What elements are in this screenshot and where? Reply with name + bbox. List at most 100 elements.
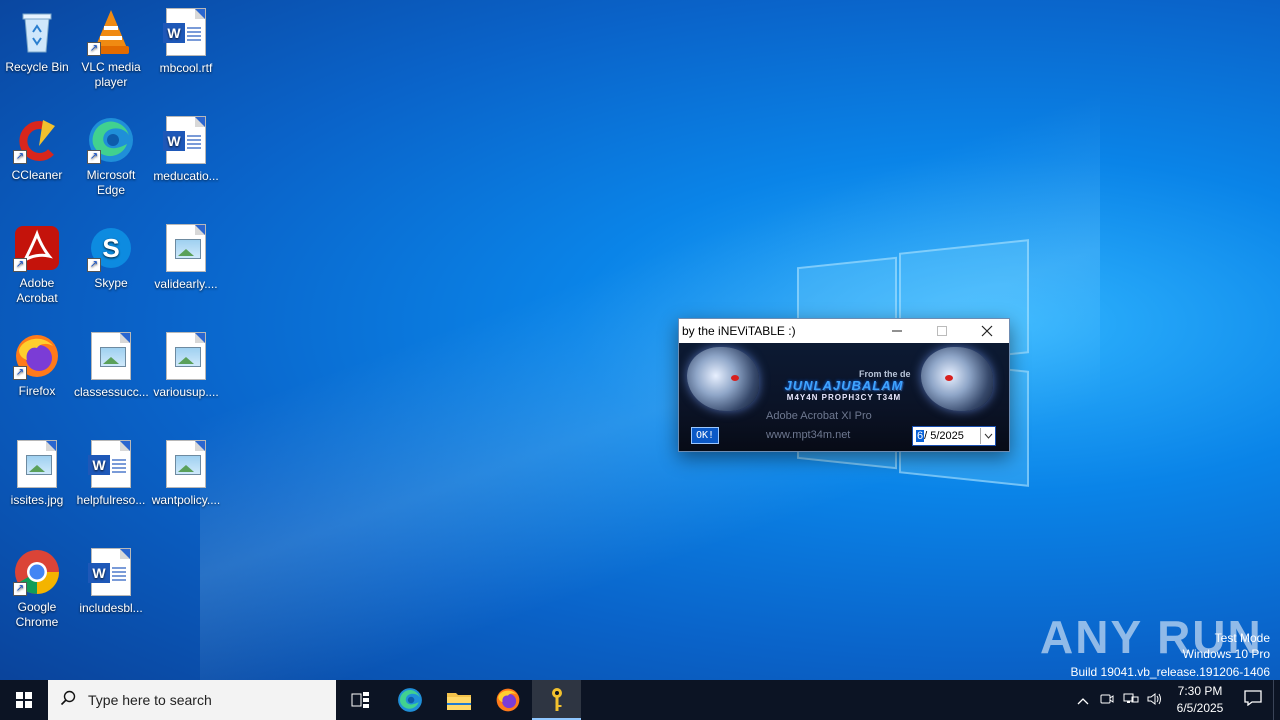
- desktop-icon-label: classessucc...: [74, 385, 149, 399]
- desktop-icon-label: CCleaner: [11, 168, 63, 182]
- dialog-title: by the iNEViTABLE :): [682, 324, 796, 338]
- maximize-button[interactable]: [919, 319, 964, 343]
- chrome-icon: ↗: [13, 548, 61, 596]
- ccleaner-icon: ↗: [13, 116, 61, 164]
- desktop-icon-mbcool[interactable]: W mbcool.rtf: [149, 8, 223, 76]
- edge-icon: [397, 688, 422, 712]
- shortcut-arrow-icon: ↗: [13, 258, 27, 272]
- folder-icon: [446, 693, 471, 710]
- desktop-icon-label: meducatio...: [153, 169, 219, 183]
- desktop-icon-label: Microsoft Edge: [86, 168, 136, 197]
- close-button[interactable]: [964, 319, 1009, 343]
- image-file-icon: [162, 225, 210, 273]
- system-tray: 7:30 PM 6/5/2025: [1071, 680, 1280, 720]
- desktop-icon-validearly[interactable]: validearly....: [149, 224, 223, 292]
- desktop-icon-wantpolicy[interactable]: wantpolicy....: [149, 440, 223, 508]
- desktop-icon-skype[interactable]: S ↗ Skype: [74, 224, 148, 291]
- search-icon: [48, 690, 88, 711]
- taskbar-search[interactable]: Type here to search: [48, 680, 336, 720]
- notification-center-icon[interactable]: [1233, 689, 1273, 711]
- desktop-icon-chrome[interactable]: ↗ Google Chrome: [0, 548, 74, 630]
- desktop-icon-label: includesbl...: [79, 601, 143, 615]
- desktop-icon-recycle-bin[interactable]: Recycle Bin: [0, 8, 74, 75]
- desktop-icon-helpfulreso[interactable]: W helpfulreso...: [74, 440, 148, 508]
- date-cursor: 6: [916, 430, 925, 442]
- desktop-icon-ccleaner[interactable]: ↗ CCleaner: [0, 116, 74, 183]
- svg-text:S: S: [102, 233, 119, 263]
- site-url: www.mpt34m.net: [766, 429, 851, 441]
- taskbar-keygen[interactable]: [532, 680, 581, 720]
- desktop-icon-classessucc[interactable]: classessucc...: [74, 332, 149, 400]
- taskbar-edge[interactable]: [385, 680, 434, 720]
- desktop-icon-variousup[interactable]: variousup....: [149, 332, 223, 400]
- image-file-icon: [87, 333, 135, 381]
- skull-left-icon: [687, 347, 759, 411]
- recycle-bin-icon: [13, 8, 61, 56]
- word-doc-icon: W: [162, 117, 210, 165]
- watermark-mode: Test Mode: [1214, 631, 1270, 645]
- search-placeholder: Type here to search: [88, 692, 212, 708]
- desktop-icon-label: Skype: [94, 276, 128, 290]
- chevron-down-icon[interactable]: [980, 428, 995, 444]
- desktop-icon-label: mbcool.rtf: [159, 61, 213, 75]
- desktop-icon-label: Google Chrome: [15, 600, 59, 629]
- keygen-dialog[interactable]: by the iNEViTABLE :) From the de JUNLAJU…: [678, 318, 1010, 452]
- date-picker[interactable]: 6/ 5/2025: [912, 426, 996, 446]
- taskbar-firefox[interactable]: [483, 680, 532, 720]
- task-view-button[interactable]: [336, 680, 385, 720]
- image-file-icon: [162, 441, 210, 489]
- acrobat-icon: ↗: [13, 224, 61, 272]
- ok-button[interactable]: OK!: [691, 427, 719, 444]
- taskbar-clock[interactable]: 7:30 PM 6/5/2025: [1167, 683, 1233, 717]
- desktop-icon-label: Firefox: [18, 384, 56, 398]
- word-doc-icon: W: [162, 9, 210, 57]
- taskbar-file-explorer[interactable]: [434, 680, 483, 720]
- desktop-icon-label: variousup....: [153, 385, 219, 399]
- desktop-icon-label: VLC media player: [81, 60, 141, 89]
- desktop-icon-label: helpfulreso...: [76, 493, 146, 507]
- meet-now-icon[interactable]: [1095, 692, 1119, 709]
- date-rest: / 5/2025: [924, 430, 964, 442]
- shortcut-arrow-icon: ↗: [87, 42, 101, 56]
- firefox-icon: ↗: [13, 332, 61, 380]
- network-icon[interactable]: [1119, 692, 1143, 709]
- show-desktop-button[interactable]: [1273, 680, 1280, 720]
- dialog-titlebar[interactable]: by the iNEViTABLE :): [679, 319, 1009, 343]
- volume-icon[interactable]: [1143, 692, 1167, 709]
- minimize-button[interactable]: [874, 319, 919, 343]
- watermark-os: Windows 10 Pro: [1182, 647, 1270, 661]
- start-button[interactable]: [0, 680, 48, 720]
- desktop-icon-acrobat[interactable]: ↗ Adobe Acrobat: [0, 224, 74, 306]
- windows-logo-icon: [16, 692, 32, 708]
- desktop-icon-label: issites.jpg: [10, 493, 64, 507]
- shortcut-arrow-icon: ↗: [13, 582, 27, 596]
- desktop-icon-issites[interactable]: issites.jpg: [0, 440, 74, 508]
- desktop-icon-edge[interactable]: ↗ Microsoft Edge: [74, 116, 148, 198]
- image-file-icon: [13, 441, 61, 489]
- word-doc-icon: W: [87, 549, 135, 597]
- desktop-icon-firefox[interactable]: ↗ Firefox: [0, 332, 74, 399]
- watermark-build: Build 19041.vb_release.191206-1406: [1070, 665, 1271, 679]
- desktop-icon-vlc[interactable]: ↗ VLC media player: [74, 8, 148, 90]
- product-name: Adobe Acrobat XI Pro: [766, 410, 872, 422]
- firefox-icon: [496, 688, 519, 712]
- vlc-icon: ↗: [87, 8, 135, 56]
- image-file-icon: [162, 333, 210, 381]
- desktop-icon-label: Recycle Bin: [5, 60, 69, 74]
- team-text: M4Y4N PROPH3CY T34M: [786, 393, 902, 402]
- desktop-icon-label: Adobe Acrobat: [16, 276, 58, 305]
- desktop-icon-meducatio[interactable]: W meducatio...: [149, 116, 223, 184]
- clock-date: 6/5/2025: [1176, 701, 1224, 715]
- task-view-icon: [351, 692, 369, 708]
- shortcut-arrow-icon: ↗: [87, 150, 101, 164]
- shortcut-arrow-icon: ↗: [87, 258, 101, 272]
- word-doc-icon: W: [87, 441, 135, 489]
- date-value[interactable]: 6/ 5/2025: [913, 430, 980, 442]
- key-icon: [551, 688, 562, 711]
- brand-logo-text: JUNLAJUBALAM: [784, 378, 904, 393]
- desktop-icon-includesbl[interactable]: W includesbl...: [74, 548, 148, 616]
- taskbar: Type here to search 7:30 PM 6/5/2025: [0, 680, 1280, 720]
- shortcut-arrow-icon: ↗: [13, 150, 27, 164]
- skull-right-icon: [921, 347, 993, 411]
- chevron-up-icon[interactable]: [1071, 693, 1095, 708]
